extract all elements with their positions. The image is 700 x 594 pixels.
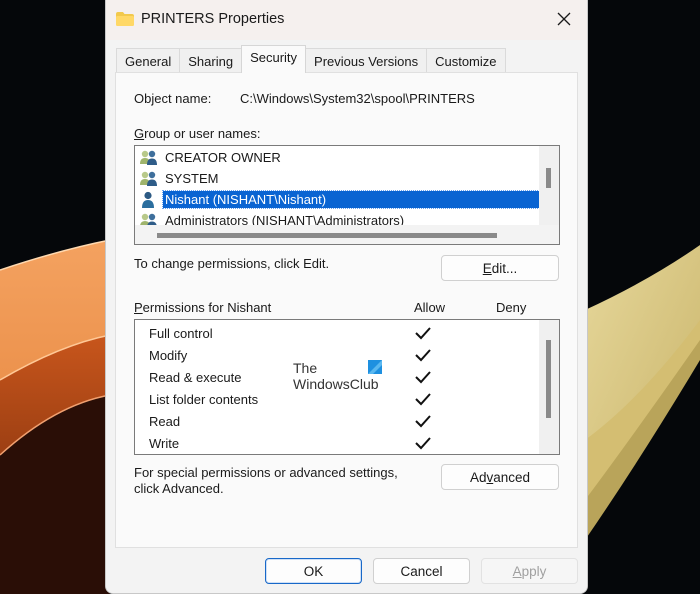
scrollbar-thumb[interactable] bbox=[546, 168, 551, 188]
user-name: CREATOR OWNER bbox=[165, 150, 281, 165]
permissions-list[interactable]: Full control Modify Read & execute List … bbox=[134, 319, 560, 455]
button-label: dit... bbox=[491, 260, 518, 276]
user-row-nishant[interactable]: Nishant (NISHANT\Nishant) bbox=[139, 189, 540, 210]
button-label: anced bbox=[493, 469, 531, 485]
advanced-button[interactable]: Ad v anced bbox=[441, 464, 559, 490]
label-text: roup or user names: bbox=[144, 126, 261, 141]
tab-customize[interactable]: Customize bbox=[426, 48, 506, 73]
title-bar[interactable]: PRINTERS Properties bbox=[106, 0, 587, 40]
user-row-system[interactable]: SYSTEM bbox=[139, 168, 539, 189]
user-name: Administrators (NISHANT\Administrators) bbox=[165, 213, 405, 226]
checkmark-icon bbox=[415, 371, 431, 384]
button-label: pply bbox=[521, 563, 547, 579]
permission-row-read: Read bbox=[149, 410, 529, 432]
user-list[interactable]: CREATOR OWNER SYSTEM Nishant (NISHANT\Ni… bbox=[134, 145, 560, 245]
tab-label: Sharing bbox=[188, 53, 234, 69]
permission-name: Read bbox=[149, 414, 181, 429]
tab-security[interactable]: Security bbox=[241, 45, 307, 73]
user-name: Nishant (NISHANT\Nishant) bbox=[162, 190, 540, 209]
user-list-vertical-scrollbar[interactable] bbox=[539, 146, 559, 226]
user-list-horizontal-scrollbar[interactable] bbox=[135, 225, 559, 244]
label-text: ermissions for Nishant bbox=[142, 300, 272, 315]
object-name-value: C:\Windows\System32\spool\PRINTERS bbox=[240, 91, 475, 106]
tab-label: Security bbox=[250, 50, 298, 65]
scrollbar-thumb[interactable] bbox=[546, 340, 551, 418]
watermark-line2: WindowsClub bbox=[293, 376, 379, 392]
permission-name: Read & execute bbox=[149, 370, 242, 385]
tab-previous-versions[interactable]: Previous Versions bbox=[305, 48, 428, 73]
checkmark-icon bbox=[415, 415, 431, 428]
accelerator-key: v bbox=[486, 469, 494, 485]
tab-strip: General Sharing Security Previous Versio… bbox=[116, 45, 506, 73]
user-group-icon bbox=[140, 213, 157, 226]
user-icon bbox=[142, 191, 154, 208]
cancel-button[interactable]: Cancel bbox=[373, 558, 470, 584]
button-label: Cancel bbox=[400, 563, 443, 579]
tab-sharing[interactable]: Sharing bbox=[179, 48, 243, 73]
scrollbar-thumb[interactable] bbox=[157, 233, 497, 238]
advanced-hint-line1: For special permissions or advanced sett… bbox=[134, 465, 398, 480]
user-group-icon bbox=[140, 150, 157, 165]
windowsclub-logo-icon bbox=[368, 360, 382, 374]
change-permissions-hint: To change permissions, click Edit. bbox=[134, 256, 330, 271]
permissions-vertical-scrollbar[interactable] bbox=[539, 320, 559, 454]
tab-label: Previous Versions bbox=[314, 53, 419, 69]
accelerator-key: P bbox=[134, 300, 143, 315]
checkmark-icon bbox=[415, 393, 431, 406]
allow-column-header: Allow bbox=[414, 300, 446, 315]
user-list-rows: CREATOR OWNER SYSTEM Nishant (NISHANT\Ni… bbox=[135, 146, 540, 226]
close-icon bbox=[557, 12, 571, 26]
permission-name: Modify bbox=[149, 348, 188, 363]
tab-label: General bbox=[125, 53, 172, 69]
accelerator-key: A bbox=[512, 563, 522, 579]
permission-name: Write bbox=[149, 436, 180, 451]
accelerator-key: E bbox=[482, 260, 492, 276]
close-button[interactable] bbox=[541, 0, 587, 38]
tab-general[interactable]: General bbox=[116, 48, 181, 73]
security-panel: Object name: C:\Windows\System32\spool\P… bbox=[115, 72, 578, 548]
user-row-administrators[interactable]: Administrators (NISHANT\Administrators) bbox=[139, 210, 539, 226]
deny-column-header: Deny bbox=[496, 300, 527, 315]
permission-row-full-control: Full control bbox=[149, 322, 529, 344]
user-row-creator-owner[interactable]: CREATOR OWNER bbox=[139, 147, 539, 168]
user-group-icon bbox=[140, 171, 157, 186]
permissions-for-label: Permissions for Nishant bbox=[134, 300, 271, 315]
edit-button[interactable]: Edit... bbox=[441, 255, 559, 281]
folder-icon bbox=[116, 12, 134, 26]
watermark: The WindowsClub bbox=[293, 360, 382, 392]
ok-button[interactable]: OK bbox=[265, 558, 362, 584]
tab-label: Customize bbox=[435, 53, 497, 69]
checkmark-icon bbox=[415, 349, 431, 362]
user-name: SYSTEM bbox=[165, 171, 219, 186]
apply-button[interactable]: Apply bbox=[481, 558, 578, 584]
button-label: Ad bbox=[469, 469, 487, 485]
accelerator-key: G bbox=[134, 126, 145, 141]
checkmark-icon bbox=[415, 437, 431, 450]
dialog-footer: OK Cancel Apply bbox=[106, 548, 587, 593]
permission-name: List folder contents bbox=[149, 392, 259, 407]
advanced-hint-line2: click Advanced. bbox=[134, 481, 224, 496]
permission-name: Full control bbox=[149, 326, 213, 341]
watermark-line1: The bbox=[293, 360, 318, 376]
window-title: PRINTERS Properties bbox=[141, 11, 285, 27]
group-or-user-names-label: Group or user names: bbox=[134, 126, 260, 141]
properties-dialog: PRINTERS Properties General Sharing Secu… bbox=[105, 0, 588, 594]
checkmark-icon bbox=[415, 327, 431, 340]
button-label: OK bbox=[303, 563, 324, 579]
object-name-label: Object name: bbox=[134, 91, 212, 106]
permission-row-write: Write bbox=[149, 432, 529, 454]
